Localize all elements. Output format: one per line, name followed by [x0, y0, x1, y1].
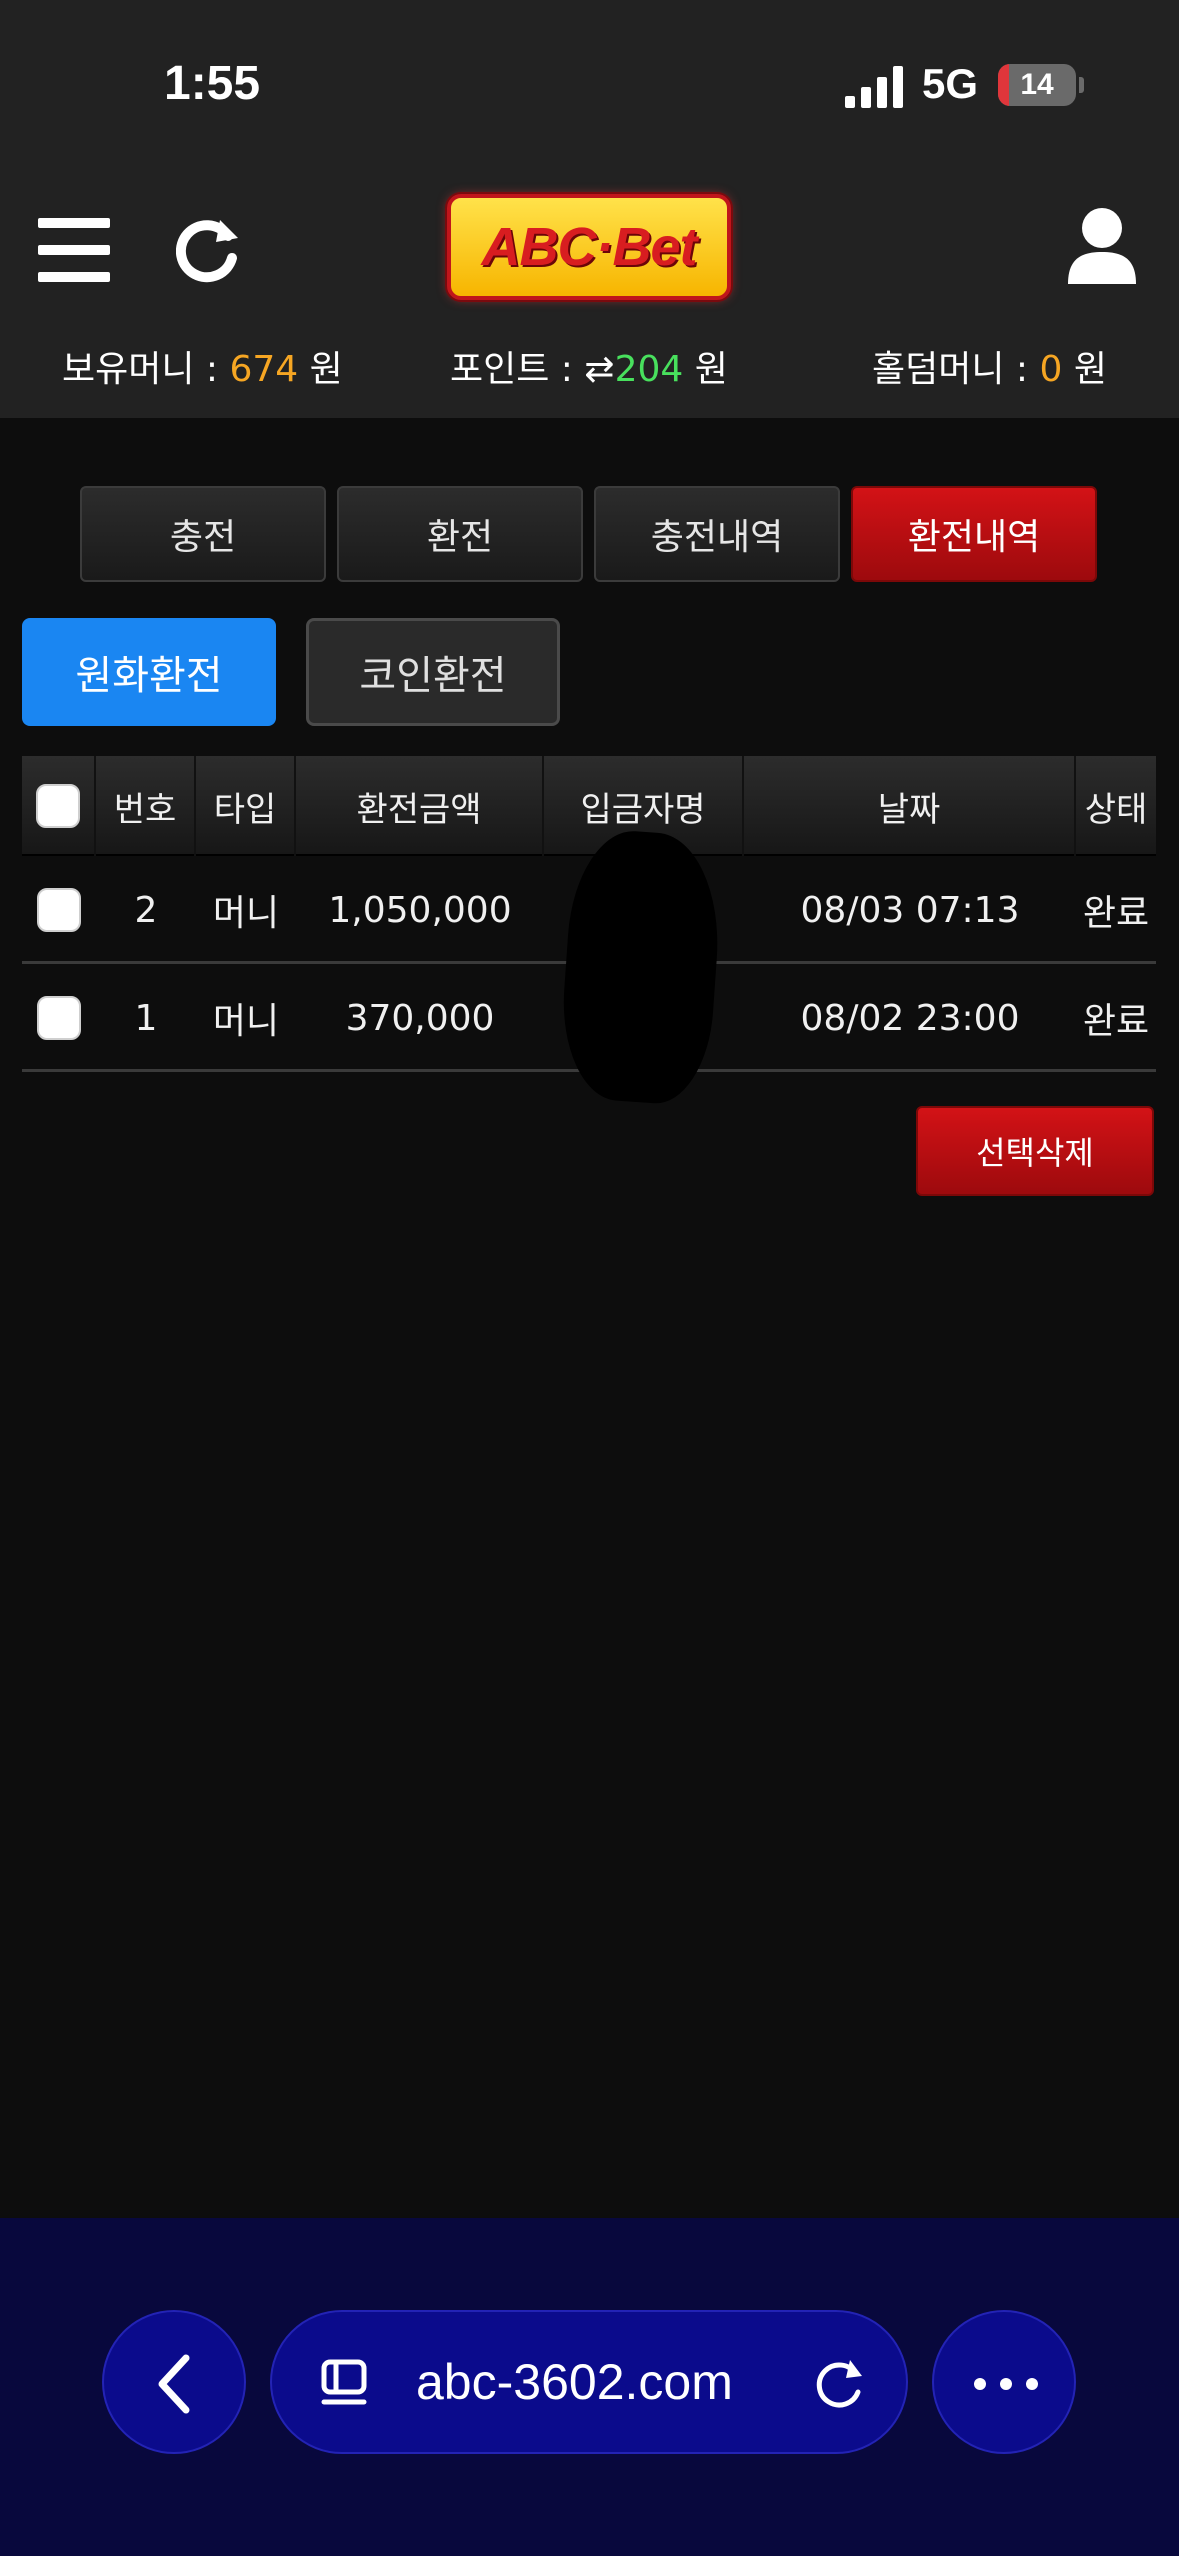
refresh-icon[interactable] [176, 214, 240, 284]
table-header: 번호 타입 환전금액 입금자명 날짜 상태 [22, 756, 1156, 856]
signal-icon [845, 66, 903, 108]
url-text: abc-3602.com [416, 2354, 733, 2410]
sub-tabs: 원화환전 코인환전 [22, 618, 582, 726]
row-status: 완료 [1082, 893, 1150, 934]
row-date: 08/02 23:00 [800, 997, 1020, 1039]
tab-exchange-history[interactable]: 환전내역 [851, 486, 1097, 582]
points-label: 포인트 : [450, 349, 585, 390]
menu-icon[interactable] [38, 218, 110, 282]
balance-row: 보유머니 : 674 원 포인트 : ⇄204 원 홀덤머니 : 0 원 [0, 340, 1179, 418]
row-date: 08/03 07:13 [800, 889, 1020, 931]
more-dots-icon [974, 2378, 1038, 2390]
row-checkbox[interactable] [37, 996, 81, 1040]
row-number: 1 [134, 997, 158, 1039]
page-menu-icon[interactable] [320, 2358, 372, 2408]
status-bar: 1:55 5G 14 [0, 0, 1179, 170]
holdem-money-unit: 원 [1062, 349, 1107, 390]
holdem-money-value: 0 [1039, 349, 1063, 390]
row-type: 머니 [212, 1001, 280, 1042]
row-amount: 370,000 [345, 997, 495, 1039]
row-type: 머니 [212, 893, 280, 934]
tab-exchange[interactable]: 환전 [337, 486, 583, 582]
select-all-cell [22, 756, 96, 856]
brand-logo[interactable]: ABC·Bet [447, 194, 731, 300]
row-status: 완료 [1082, 1001, 1150, 1042]
battery-icon: 14 [998, 64, 1076, 106]
browser-back-button[interactable] [102, 2310, 246, 2454]
network-type: 5G [922, 60, 979, 107]
logo-text: ABC·Bet [481, 217, 698, 277]
browser-more-button[interactable] [932, 2310, 1076, 2454]
select-all-checkbox[interactable] [36, 784, 80, 828]
holding-money-value: 674 [229, 349, 299, 390]
chevron-left-icon [158, 2354, 190, 2414]
holding-money: 보유머니 : 674 원 [62, 340, 343, 392]
row-select-cell [22, 856, 96, 964]
holding-money-label: 보유머니 : [62, 349, 230, 390]
row-select-cell [22, 964, 96, 1072]
tab-charge-history[interactable]: 충전내역 [594, 486, 840, 582]
header-status: 상태 [1084, 789, 1148, 830]
user-icon[interactable] [1066, 206, 1138, 286]
tab-charge[interactable]: 충전 [80, 486, 326, 582]
header-type: 타입 [196, 756, 296, 856]
address-bar[interactable]: abc-3602.com [270, 2310, 908, 2454]
battery-level: 14 [1020, 68, 1054, 101]
reload-icon[interactable] [812, 2356, 866, 2412]
header-date: 날짜 [744, 756, 1076, 856]
header-number: 번호 [96, 756, 196, 856]
battery-cap [1079, 77, 1084, 93]
subtab-coin-exchange[interactable]: 코인환전 [306, 618, 560, 726]
header-amount: 환전금액 [296, 756, 544, 856]
exchange-arrows-icon[interactable]: ⇄ [584, 349, 614, 390]
subtab-won-exchange[interactable]: 원화환전 [22, 618, 276, 726]
delete-selected-button[interactable]: 선택삭제 [916, 1106, 1154, 1196]
browser-toolbar: abc-3602.com [0, 2218, 1179, 2556]
main-tabs: 충전 환전 충전내역 환전내역 [80, 486, 1100, 582]
holdem-money: 홀덤머니 : 0 원 [872, 340, 1107, 392]
holding-money-unit: 원 [298, 349, 343, 390]
row-checkbox[interactable] [37, 888, 81, 932]
points-unit: 원 [683, 349, 728, 390]
row-amount: 1,050,000 [328, 889, 512, 931]
points-value: 204 [614, 349, 684, 390]
row-number: 2 [134, 889, 158, 931]
app-header: ABC·Bet 보유머니 : 674 원 포인트 : ⇄204 원 홀덤머니 :… [0, 170, 1179, 418]
holdem-money-label: 홀덤머니 : [872, 349, 1040, 390]
points: 포인트 : ⇄204 원 [450, 340, 728, 392]
status-time: 1:55 [164, 57, 261, 110]
